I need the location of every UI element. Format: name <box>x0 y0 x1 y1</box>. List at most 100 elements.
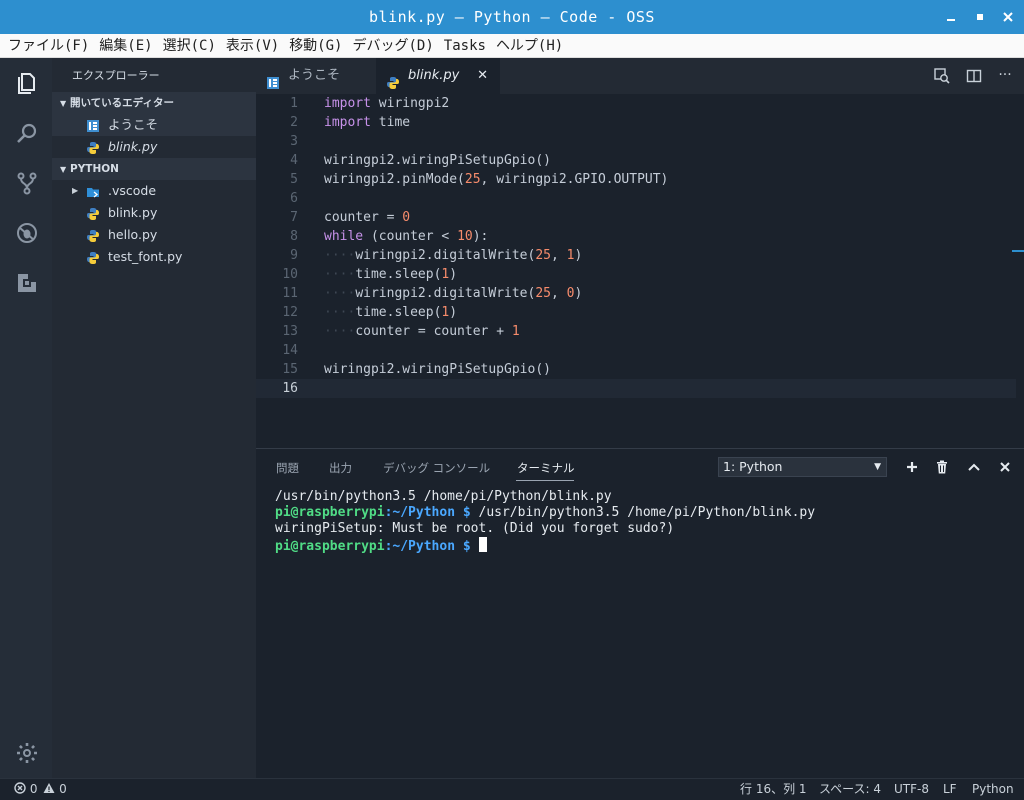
prompt-user: pi@raspberrypi <box>275 505 385 520</box>
close-window-icon[interactable] <box>1000 9 1016 25</box>
terminal-output[interactable]: /usr/bin/python3.5 /home/pi/Python/blink… <box>275 489 815 555</box>
prompt-path: :~/Python $ <box>384 539 471 554</box>
chevron-down-icon: ▼ <box>60 165 67 174</box>
folder-section-python[interactable]: ▼ PYTHON <box>52 158 256 180</box>
code-line-current: 16 <box>256 379 1016 398</box>
terminal-select[interactable]: 1: Python ▼ <box>718 457 887 477</box>
explorer-sidebar: エクスプローラー ▼ 開いているエディター ようこそ blink.py ▼ PYTH… <box>52 58 256 778</box>
welcome-icon <box>266 69 280 89</box>
more-actions-icon[interactable]: ··· <box>997 68 1013 84</box>
error-icon <box>14 782 26 794</box>
close-panel-icon[interactable] <box>997 459 1013 475</box>
prompt-path: :~/Python $ <box>384 505 471 520</box>
warning-icon <box>43 783 55 793</box>
menu-view[interactable]: 表示(V) <box>221 34 284 58</box>
scrollbar-marker <box>1012 250 1024 252</box>
welcome-icon <box>86 118 100 132</box>
tree-item-label: test_font.py <box>108 249 183 264</box>
debug-icon[interactable] <box>14 220 40 246</box>
code-line: 3 <box>290 134 298 149</box>
open-editor-item-welcome[interactable]: ようこそ <box>52 114 256 136</box>
tab-debug-console[interactable]: デバッグ コンソール <box>383 460 490 476</box>
code-line: 6 <box>290 191 298 206</box>
tree-item-label: blink.py <box>108 205 158 220</box>
open-editor-item-blink[interactable]: blink.py <box>52 136 256 158</box>
cursor-position[interactable]: 行 16、列 1 <box>740 779 807 800</box>
menu-go[interactable]: 移動(G) <box>284 34 347 58</box>
python-file-icon <box>86 206 100 220</box>
sidebar-title: エクスプローラー <box>72 69 160 82</box>
search-icon[interactable] <box>14 120 40 146</box>
code-line: 5 wiringpi2.pinMode(25, wiringpi2.GPIO.OU… <box>290 172 669 187</box>
menu-edit[interactable]: 編集(E) <box>94 34 157 58</box>
menu-file[interactable]: ファイル(F) <box>0 34 94 58</box>
tree-item-blink[interactable]: blink.py <box>52 202 256 224</box>
code-line: 8 while (counter < 10): <box>290 229 489 244</box>
tab-welcome[interactable]: ようこそ <box>256 58 376 94</box>
code-line: 2 import time <box>290 115 411 130</box>
language-mode[interactable]: Python <box>972 779 1014 800</box>
tree-item-test-font[interactable]: test_font.py <box>52 246 256 268</box>
code-line: 7 counter = 0 <box>290 210 411 225</box>
tree-item-vscode[interactable]: ▶ .vscode <box>52 180 256 202</box>
explorer-icon[interactable] <box>14 70 40 96</box>
window-title: blink.py — Python — Code - OSS <box>369 8 655 26</box>
warning-count: 0 <box>59 782 67 796</box>
python-file-icon <box>86 140 100 154</box>
terminal-line: /usr/bin/python3.5 /home/pi/Python/blink… <box>275 489 612 504</box>
bottom-panel: 問題 出力 デバッグ コンソール ターミナル 1: Python ▼ /usr/… <box>256 448 1024 778</box>
tree-item-hello[interactable]: hello.py <box>52 224 256 246</box>
title-bar: blink.py — Python — Code - OSS <box>0 0 1024 34</box>
code-line: 13 ····counter = counter + 1 <box>282 324 520 339</box>
tree-item-label: .vscode <box>108 183 157 198</box>
terminal-cursor <box>478 537 487 552</box>
terminal-select-value: 1: Python <box>723 459 783 474</box>
source-control-icon[interactable] <box>14 170 40 196</box>
close-tab-icon[interactable]: ✕ <box>477 58 488 94</box>
status-bar: 0 0 行 16、列 1 スペース: 4 UTF-8 LF Python <box>0 778 1024 800</box>
tab-label: ようこそ <box>288 68 341 83</box>
maximize-panel-icon[interactable] <box>966 459 982 475</box>
maximize-icon[interactable] <box>972 9 988 25</box>
terminal-line: pi@raspberrypi:~/Python $ /usr/bin/pytho… <box>275 505 815 521</box>
tab-output[interactable]: 出力 <box>329 460 352 476</box>
encoding-status[interactable]: UTF-8 <box>894 779 929 800</box>
chevron-right-icon: ▶ <box>72 186 79 195</box>
menu-tasks[interactable]: Tasks <box>439 34 491 58</box>
problems-status[interactable]: 0 0 <box>14 779 67 800</box>
python-file-icon <box>86 228 100 242</box>
code-line: 4 wiringpi2.wiringPiSetupGpio() <box>290 153 551 168</box>
split-editor-icon[interactable] <box>966 68 982 84</box>
tab-terminal[interactable]: ターミナル <box>517 460 575 476</box>
tab-problems[interactable]: 問題 <box>276 460 299 476</box>
code-line: 11 ····wiringpi2.digitalWrite(25, 0) <box>282 286 583 301</box>
trash-icon[interactable] <box>934 459 950 475</box>
code-line: 9 ····wiringpi2.digitalWrite(25, 1) <box>290 248 583 263</box>
open-editors-section[interactable]: ▼ 開いているエディター <box>52 92 256 114</box>
open-changes-icon[interactable] <box>934 68 950 84</box>
activity-bar <box>0 58 52 778</box>
minimize-icon[interactable] <box>943 9 959 25</box>
tree-item-label: hello.py <box>108 227 158 242</box>
chevron-down-icon: ▼ <box>60 99 67 108</box>
active-tab-underline <box>516 480 574 481</box>
menu-selection[interactable]: 選択(C) <box>158 34 221 58</box>
gear-icon[interactable] <box>14 740 40 766</box>
menu-debug[interactable]: デバッグ(D) <box>347 34 438 58</box>
eol-status[interactable]: LF <box>943 779 957 800</box>
python-file-icon <box>86 250 100 264</box>
open-editors-label: 開いているエディター <box>70 97 174 109</box>
terminal-line: wiringPiSetup: Must be root. (Did you fo… <box>275 521 675 536</box>
new-terminal-icon[interactable] <box>904 459 920 475</box>
menu-bar: ファイル(F) 編集(E) 選択(C) 表示(V) 移動(G) デバッグ(D) Tasks ヘ… <box>0 34 1024 58</box>
vscode-folder-icon <box>86 184 100 198</box>
code-line: 14 <box>282 343 298 358</box>
extensions-icon[interactable] <box>14 270 40 296</box>
code-editor[interactable]: 1 import wiringpi2 2 import time 3 4 wiring… <box>256 94 1024 448</box>
tab-blink[interactable]: blink.py ✕ <box>376 58 500 94</box>
menu-help[interactable]: ヘルプ(H) <box>491 34 568 58</box>
indentation-status[interactable]: スペース: 4 <box>819 779 881 800</box>
terminal-line: pi@raspberrypi:~/Python $ <box>275 537 815 555</box>
code-line: 10 ····time.sleep(1) <box>282 267 458 282</box>
editor-tabs: ようこそ blink.py ✕ ··· <box>256 58 1024 94</box>
